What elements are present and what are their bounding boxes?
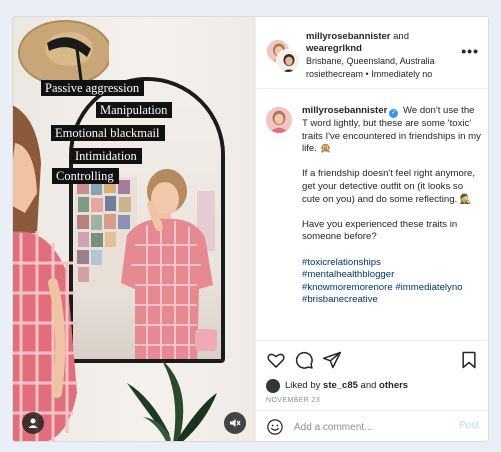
heart-icon[interactable] [266, 350, 286, 370]
header-location[interactable]: Brisbane, Queensland, Australia [306, 56, 456, 68]
caption-hashtags: #toxicrelationships #mentalhealthblogger… [302, 257, 482, 307]
caption-username[interactable]: millyrosebannister [302, 105, 387, 116]
header-and: and [393, 31, 409, 42]
hashtag-link[interactable]: #knowmoremorenore #immediatelyno [302, 282, 482, 295]
more-options-button[interactable]: ••• [461, 44, 479, 58]
paper-plane-icon[interactable] [322, 350, 342, 370]
post-side-panel: millyrosebannister and wearegrlknd Brisb… [255, 17, 488, 441]
avatar-image [266, 107, 292, 133]
verified-badge-icon: ✓ [389, 109, 399, 118]
header-audio[interactable]: rosiethecream [306, 69, 363, 79]
comment-bar: Post [256, 410, 488, 441]
post-card: Passive aggression Manipulation Emotiona… [12, 16, 489, 442]
caption-avatar[interactable] [266, 107, 292, 133]
liked-by-prefix: Liked by [285, 380, 321, 391]
overlay-label-emotional-blackmail: Emotional blackmail [51, 125, 165, 141]
liked-by-and: and [360, 380, 377, 391]
smiley-icon[interactable] [266, 418, 284, 436]
post-actions: Liked by ste_c85 and others NOVEMBER 23 [256, 340, 488, 410]
post-comment-button[interactable]: Post [459, 420, 479, 431]
pink-sticker-image [195, 329, 217, 351]
post-date[interactable]: NOVEMBER 23 [266, 397, 320, 404]
collab-avatars[interactable] [266, 39, 302, 75]
person-tag-icon [28, 418, 38, 428]
bookmark-icon[interactable] [459, 350, 479, 370]
post-photo[interactable]: Passive aggression Manipulation Emotiona… [13, 17, 255, 441]
comment-input[interactable] [294, 418, 444, 436]
header-user1[interactable]: millyrosebannister [306, 31, 390, 42]
header-audio-tag[interactable]: Immediately no [371, 69, 432, 79]
liked-by-others[interactable]: others [379, 380, 408, 392]
caption-para-3: Have you experienced these traits in som… [302, 218, 458, 243]
overlay-label-manipulation: Manipulation [96, 102, 173, 118]
tagged-people-button[interactable] [22, 412, 44, 434]
mirror [69, 77, 225, 363]
avatar-wearegrlknd[interactable] [276, 49, 300, 73]
avatar-image [277, 50, 299, 72]
header-audio-row: rosiethecream • Immediately no [306, 69, 456, 81]
overlay-label-passive-aggression: Passive aggression [41, 80, 145, 96]
caption-para-2: If a friendship doesn't feel right anymo… [302, 168, 476, 205]
comment-icon[interactable] [294, 350, 314, 370]
speaker-muted-icon [230, 419, 241, 427]
caption-text: millyrosebannister ✓ We don't use the T w… [302, 105, 482, 307]
mute-button[interactable] [224, 412, 246, 434]
liked-by-user[interactable]: ste_c85 [323, 380, 358, 392]
overlay-label-intimidation: Intimidation [71, 148, 142, 164]
post-header: millyrosebannister and wearegrlknd Brisb… [256, 17, 488, 89]
liked-by-row: Liked by ste_c85 and others [266, 379, 408, 393]
caption-area: millyrosebannister ✓ We don't use the T w… [256, 89, 488, 340]
header-user2[interactable]: wearegrlknd [306, 43, 456, 55]
header-usernames: millyrosebannister and [306, 31, 456, 43]
header-separator: • [365, 68, 369, 79]
hashtag-link[interactable]: #brisbanecreative [302, 294, 482, 307]
liker-avatar[interactable] [266, 379, 280, 393]
hashtag-link[interactable]: #mentalhealthblogger [302, 269, 482, 282]
header-text: millyrosebannister and wearegrlknd Brisb… [306, 31, 456, 80]
overlay-label-controlling: Controlling [52, 168, 119, 184]
caption-para-1: millyrosebannister ✓ We don't use the T w… [302, 105, 482, 156]
hashtag-link[interactable]: #toxicrelationships [302, 257, 482, 270]
plant-image [127, 359, 217, 441]
